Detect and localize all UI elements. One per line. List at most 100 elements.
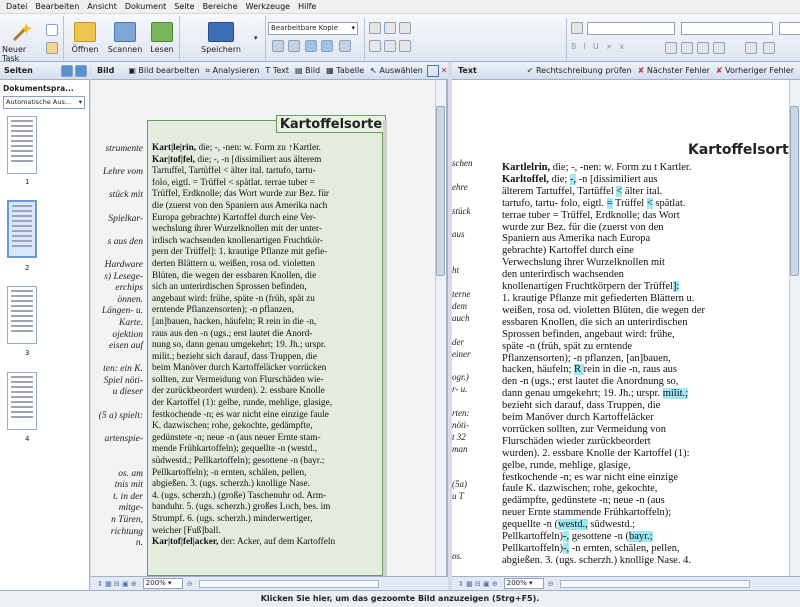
image-scrollbar-thumb[interactable] — [436, 106, 445, 276]
folder-options-icon[interactable] — [46, 42, 58, 54]
image-horizontal-scrollbar[interactable] — [198, 579, 379, 588]
text-margin-line: nöti- — [452, 419, 469, 430]
text-margin-line: ht — [452, 265, 460, 276]
layout-alt-icon[interactable] — [288, 40, 300, 52]
zoom-tools-icon[interactable]: ⇕ ▦ ⊟ ▣ ⊕ — [458, 580, 498, 588]
text-line: Flurschäden wieder zurückbeordert — [502, 435, 651, 447]
read-document-icon — [151, 22, 173, 42]
zoom-icon[interactable] — [339, 40, 351, 52]
spellcheck-button[interactable]: ✔ Rechtschreibung prüfen — [527, 66, 632, 75]
image-border-line — [383, 120, 387, 576]
image-text-line: der zurückbeordert wurden). 2. essbare K… — [152, 386, 325, 397]
image-margin-line: strumente — [105, 144, 143, 154]
scan-button[interactable]: Scannen — [108, 22, 142, 54]
next-error-button[interactable]: ✘ Nächster Fehler — [638, 66, 710, 75]
undo-icon[interactable] — [369, 40, 381, 52]
layout-icon[interactable] — [272, 40, 284, 52]
text-scrollbar-thumb[interactable] — [790, 106, 799, 276]
view-text-icon[interactable] — [321, 40, 333, 52]
menu-item[interactable]: Dokument — [121, 2, 170, 11]
list-icon[interactable] — [745, 42, 757, 54]
maximize-icon[interactable] — [426, 64, 439, 77]
cut-icon[interactable] — [369, 22, 381, 34]
edit-image-tool[interactable]: ▣ Bild bearbeiten — [128, 66, 199, 75]
save-dropdown-arrow-icon[interactable]: ▾ — [254, 34, 258, 42]
page-icon[interactable] — [46, 24, 58, 36]
image-text-line: Kar|tof|fel, die; -, -n [dissimiliert au… — [152, 154, 322, 165]
clear-icon[interactable] — [399, 40, 411, 52]
text-area-tool[interactable]: T Text — [265, 66, 289, 75]
copy-mode-select[interactable]: Bearbeitbare Kopie ▾ — [268, 22, 358, 35]
picture-area-tool[interactable]: ▤ Bild — [295, 66, 320, 75]
text-margin-line: dem — [452, 300, 467, 311]
analyze-tool[interactable]: ⌗ Analysieren — [206, 66, 260, 76]
menu-item[interactable]: Datei — [2, 2, 31, 11]
text-line: vorrücken sollten, zur Vermeidung von — [502, 423, 666, 435]
align-left-icon[interactable] — [665, 42, 677, 54]
image-margin-line — [91, 353, 143, 365]
text-format-buttons[interactable]: BIU×x — [571, 42, 631, 51]
menu-item[interactable]: Bearbeiten — [31, 2, 83, 11]
image-text-line: K. dazwischen; rohe, gekochte, gedämpfte… — [152, 421, 313, 432]
close-icon[interactable]: ✕ — [441, 66, 448, 75]
page-thumbnail-selected[interactable] — [7, 200, 37, 258]
image-text-line: folo, eigtl. = Trüffel < spätlat. terrae… — [152, 177, 315, 188]
menu-item[interactable]: Bereiche — [199, 2, 242, 11]
read-button[interactable]: Lesen — [148, 22, 176, 54]
text-margin-line: rten: — [452, 408, 470, 419]
new-task-button[interactable]: Neuer Task — [2, 22, 40, 63]
format-extra-select[interactable] — [779, 22, 800, 35]
copy-icon[interactable] — [384, 22, 396, 34]
menu-item[interactable]: Seite — [170, 2, 198, 11]
document-language-select[interactable]: Automatische Aus... ▾ — [3, 96, 85, 109]
table-area-tool[interactable]: ▦ Tabelle — [326, 66, 364, 75]
menu-item[interactable]: Werkzeuge — [242, 2, 294, 11]
zoom-out-icon[interactable]: ⊖ — [548, 580, 554, 588]
recognized-text-block[interactable]: Kart|le|rin, die; -, -nen: w. Form zu ↑K… — [147, 120, 383, 576]
text-margin-line — [452, 325, 478, 337]
image-text-line: beim Manöver durch Kartoffeläcker vorrüc… — [152, 363, 327, 374]
pages-panel-header: Seiten — [0, 62, 90, 80]
text-margin-line: u T — [452, 491, 464, 502]
image-scrollbar[interactable] — [435, 80, 446, 576]
menu-item[interactable]: Ansicht — [83, 2, 121, 11]
heading-block[interactable]: Kartoffelsorte — [276, 115, 386, 133]
text-margin-line — [452, 170, 478, 182]
recognized-text-body[interactable]: Kartlelrin, die; -, -nen: w. Form zu t K… — [502, 162, 787, 567]
text-pane[interactable]: schen ehre stück aus ht terne dem auch der… — [452, 80, 800, 576]
image-text-line: milit.; bezieht sich darauf, dass Truppe… — [152, 351, 317, 362]
paste-icon[interactable] — [399, 22, 411, 34]
text-line: tartufo, tartu- folo, eigtl. = Trüffel <… — [502, 197, 686, 209]
page-thumbnail[interactable] — [7, 372, 37, 430]
align-right-icon[interactable] — [697, 42, 709, 54]
arrow-right-icon[interactable] — [75, 64, 87, 77]
justify-icon[interactable] — [713, 42, 725, 54]
image-text-line: Kar|tof|fel|acker, der: Acker, auf dem K… — [152, 537, 336, 548]
text-margin-line — [452, 539, 478, 551]
view-image-icon[interactable] — [305, 40, 317, 52]
text-horizontal-scrollbar[interactable] — [559, 579, 750, 588]
arrow-down-icon[interactable] — [61, 64, 73, 77]
text-zoom-select[interactable]: 200% ▾ — [503, 578, 544, 589]
page-thumbnail[interactable] — [7, 116, 37, 174]
font-size-select[interactable] — [681, 22, 773, 35]
style-icon[interactable] — [571, 22, 583, 34]
open-button[interactable]: Öffnen — [70, 22, 100, 54]
zoom-tools-icon[interactable]: ⇕ ▦ ⊟ ▣ ⊕ — [97, 580, 137, 588]
image-zoom-select[interactable]: 200% ▾ — [142, 578, 183, 589]
magic-wand-icon — [10, 22, 32, 42]
previous-error-button[interactable]: ✘ Vorheriger Fehler — [716, 66, 794, 75]
font-select[interactable] — [587, 22, 675, 35]
zoom-out-icon[interactable]: ⊖ — [187, 580, 193, 588]
zoom-hint-bar[interactable]: Klicken Sie hier, um das gezoomte Bild a… — [0, 590, 800, 607]
align-center-icon[interactable] — [681, 42, 693, 54]
page-thumbnail[interactable] — [7, 286, 37, 344]
text-scrollbar[interactable] — [789, 80, 800, 576]
text-margin-line — [452, 277, 478, 289]
menu-item[interactable]: Hilfe — [294, 2, 320, 11]
select-tool[interactable]: ↖ Auswählen — [370, 66, 423, 75]
save-button[interactable]: Speichern — [196, 22, 246, 54]
redo-icon[interactable] — [384, 40, 396, 52]
indent-icon[interactable] — [763, 42, 775, 54]
image-pane[interactable]: strumente Lehre vom stück mit Spielkar- … — [91, 80, 448, 576]
